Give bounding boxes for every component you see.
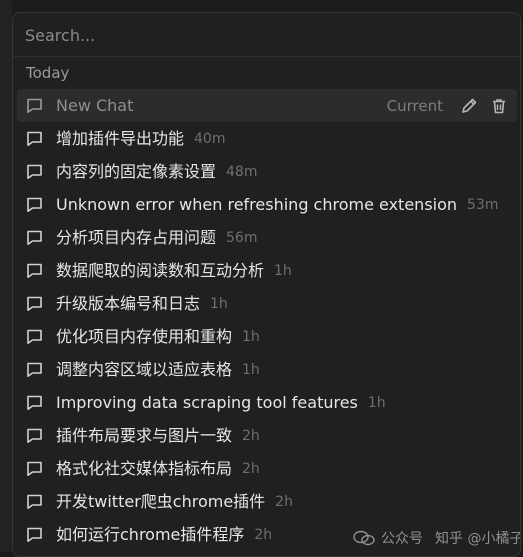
chat-bubble-icon	[26, 163, 43, 180]
chat-item-title: 分析项目内存占用问题	[56, 227, 217, 247]
edit-button[interactable]	[459, 96, 479, 116]
chat-bubble-icon	[26, 229, 43, 246]
chat-item[interactable]: 开发twitter爬虫chrome插件 2h	[17, 485, 517, 518]
chat-item-time: 53m	[467, 196, 499, 213]
chat-item-title: 内容列的固定像素设置	[56, 161, 217, 181]
chat-item-time: 1h	[210, 295, 228, 312]
chat-item-title: 调整内容区域以适应表格	[56, 359, 233, 379]
chat-bubble-icon	[26, 262, 43, 279]
chat-item-time: 56m	[226, 229, 258, 246]
chat-bubble-icon	[26, 196, 43, 213]
chat-item-title: Improving data scraping tool features	[56, 392, 358, 412]
background-editor-edge	[0, 0, 12, 552]
chat-bubble-icon	[26, 526, 43, 543]
chat-item-title: 优化项目内存使用和重构	[56, 326, 233, 346]
chat-bubble-icon	[26, 130, 43, 147]
wechat-icon	[353, 530, 375, 546]
chat-item-title: 如何运行chrome插件程序	[56, 524, 245, 544]
trash-icon	[493, 98, 505, 113]
section-label-today: Today	[26, 64, 70, 82]
chat-bubble-icon	[26, 460, 43, 477]
chat-item-title: New Chat	[56, 95, 134, 115]
chat-item-time: 2h	[254, 526, 273, 543]
watermark-right-text: 知乎 @小橘子	[435, 531, 521, 547]
chat-history-popup: Today New Chat Current 增加插件导出功能 40m 内容列的固定…	[12, 12, 521, 557]
chat-bubble-icon	[26, 493, 43, 510]
chat-bubble-icon	[26, 394, 43, 411]
pencil-icon	[462, 98, 477, 113]
chat-item-time: 2h	[242, 427, 260, 444]
chat-item-time: 48m	[226, 163, 258, 180]
chat-item[interactable]: 优化项目内存使用和重构 1h	[17, 320, 517, 353]
chat-item[interactable]: 数据爬取的阅读数和互动分析 1h	[17, 254, 517, 287]
chat-bubble-icon	[26, 361, 43, 378]
chat-bubble-icon	[26, 295, 43, 312]
chat-item-title: 格式化社交媒体指标布局	[56, 458, 233, 478]
chat-item[interactable]: 增加插件导出功能 40m	[17, 122, 517, 155]
chat-item[interactable]: 插件布局要求与图片一致 2h	[17, 419, 517, 452]
chat-item-title: 开发twitter爬虫chrome插件	[56, 491, 266, 511]
chat-bubble-icon	[26, 328, 43, 345]
chat-item[interactable]: 升级版本编号和日志 1h	[17, 287, 517, 320]
chat-item-time: 40m	[194, 130, 226, 147]
chat-item[interactable]: 分析项目内存占用问题 56m	[17, 221, 517, 254]
chat-item-title: 数据爬取的阅读数和互动分析	[56, 260, 265, 280]
watermark-left-text: 公众号	[381, 531, 423, 547]
chat-item[interactable]: 调整内容区域以适应表格 1h	[17, 353, 517, 386]
chat-item-time: 1h	[367, 394, 386, 411]
current-badge: Current	[386, 96, 443, 115]
chat-list: New Chat Current 增加插件导出功能 40m 内容列的固定像素设置 48…	[17, 89, 517, 551]
chat-item-title: 增加插件导出功能	[56, 128, 185, 148]
chat-item-title: Unknown error when refreshing chrome ext…	[56, 194, 458, 214]
chat-item-time: 2h	[242, 460, 260, 477]
search-bar	[13, 13, 520, 57]
chat-item-time: 1h	[242, 328, 260, 345]
chat-item-time: 1h	[274, 262, 292, 279]
chat-bubble-icon	[26, 427, 43, 444]
chat-item-current[interactable]: New Chat Current	[17, 89, 517, 122]
search-input[interactable]	[25, 22, 495, 48]
chat-item[interactable]: Unknown error when refreshing chrome ext…	[17, 188, 517, 221]
chat-bubble-icon	[26, 97, 43, 114]
chat-item-title: 插件布局要求与图片一致	[56, 425, 233, 445]
chat-item-time: 1h	[242, 361, 260, 378]
chat-item[interactable]: 格式化社交媒体指标布局 2h	[17, 452, 517, 485]
chat-item-time: 2h	[275, 493, 293, 510]
watermark: 公众号 知乎 @小橘子	[353, 528, 521, 548]
chat-item-title: 升级版本编号和日志	[56, 293, 201, 313]
delete-button[interactable]	[489, 96, 509, 116]
chat-item[interactable]: Improving data scraping tool features 1h	[17, 386, 517, 419]
chat-item[interactable]: 内容列的固定像素设置 48m	[17, 155, 517, 188]
